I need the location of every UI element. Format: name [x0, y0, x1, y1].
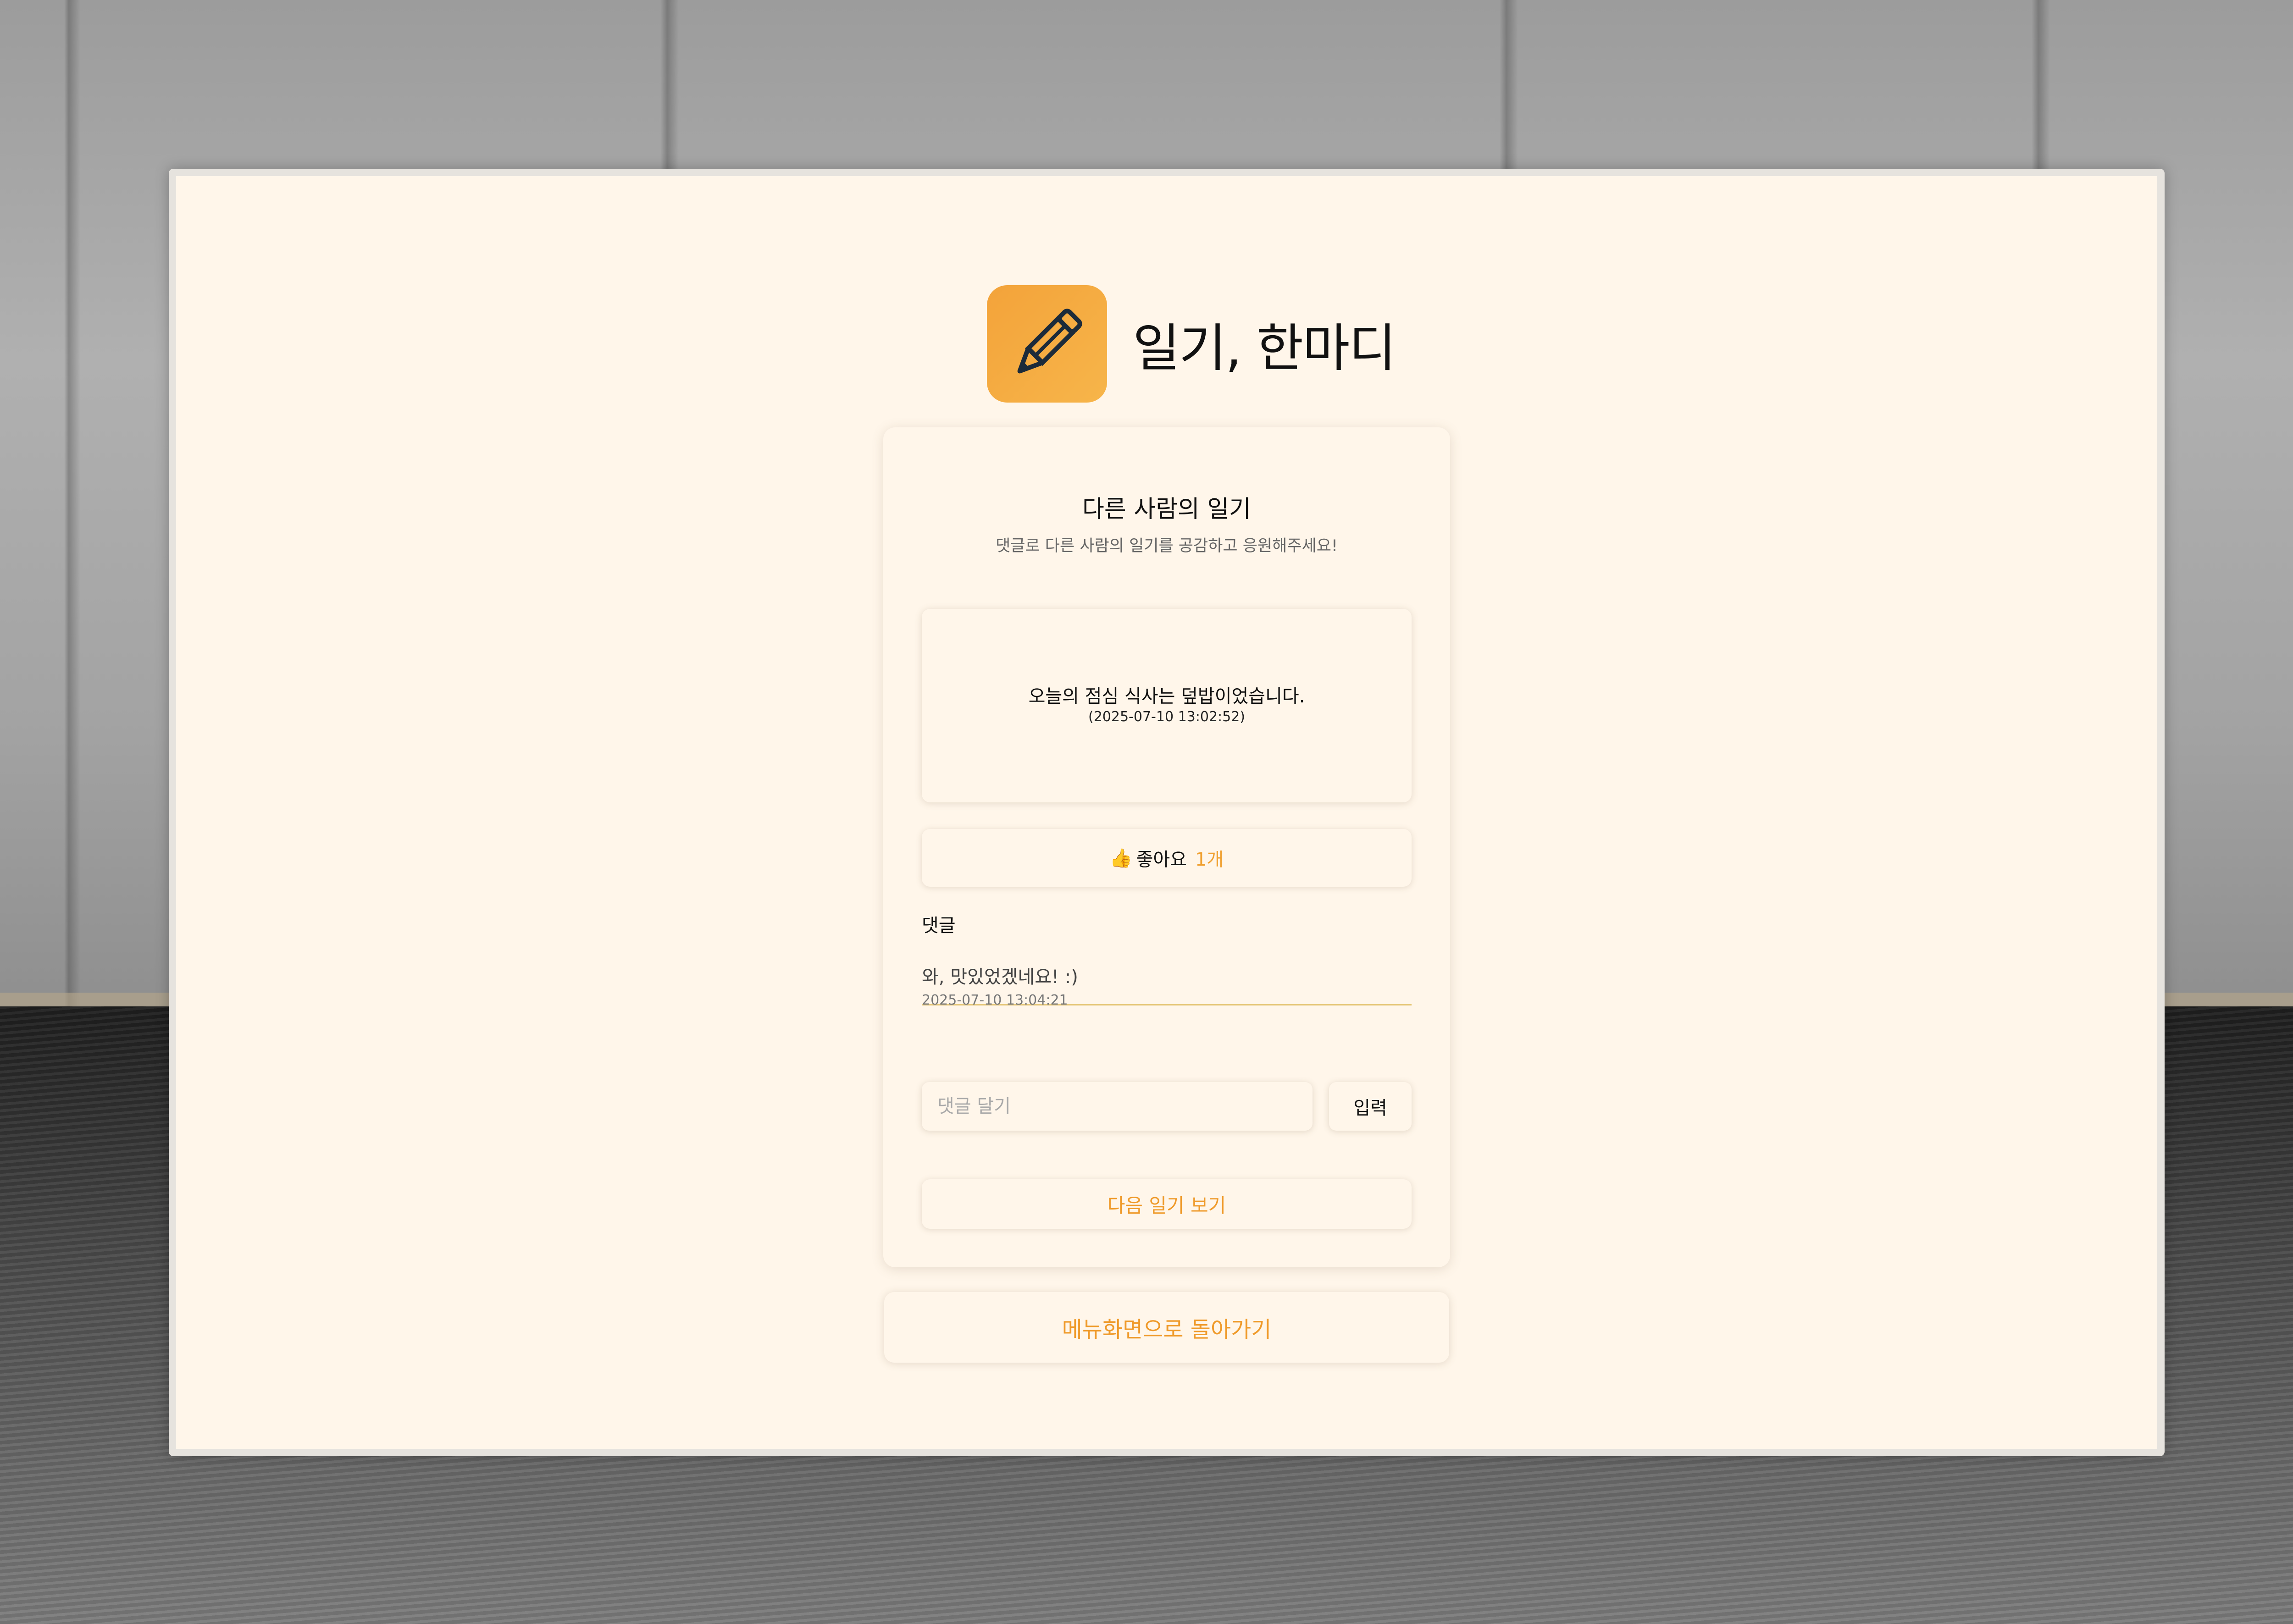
page-subtitle: 댓글로 다른 사람의 일기를 공감하고 응원해주세요! — [996, 537, 1338, 555]
diary-card: 다른 사람의 일기 댓글로 다른 사람의 일기를 공감하고 응원해주세요! 오늘… — [883, 427, 1450, 1267]
next-diary-button[interactable]: 다음 일기 보기 — [922, 1179, 1412, 1229]
back-to-menu-button[interactable]: 메뉴화면으로 돌아가기 — [884, 1292, 1449, 1363]
comment-timestamp: 2025-07-10 13:04:21 — [922, 992, 1068, 1008]
diary-text: 오늘의 점심 식사는 덮밥이었습니다. — [1028, 686, 1305, 707]
comment-submit-button[interactable]: 입력 — [1329, 1082, 1412, 1131]
like-count: 1개 — [1195, 849, 1224, 870]
pencil-icon — [987, 285, 1107, 403]
page-title: 다른 사람의 일기 — [1082, 496, 1251, 523]
comment-item: 와, 맛있었겠네요! :) 2025-07-10 13:04:21 — [922, 962, 1412, 1008]
comment-text: 와, 맛있었겠네요! :) — [922, 967, 1078, 988]
app-title: 일기, 한마디 — [1133, 319, 1396, 378]
comment-input[interactable] — [922, 1082, 1313, 1131]
app-header: 일기, 한마디 — [987, 285, 1396, 403]
like-label: 좋아요 — [1136, 849, 1187, 870]
thumbs-up-icon: 👍 — [1109, 847, 1133, 869]
comments-heading: 댓글 — [922, 915, 956, 936]
diary-timestamp: (2025-07-10 13:02:52) — [1088, 709, 1246, 725]
like-button[interactable]: 👍 좋아요 1개 — [922, 829, 1412, 887]
